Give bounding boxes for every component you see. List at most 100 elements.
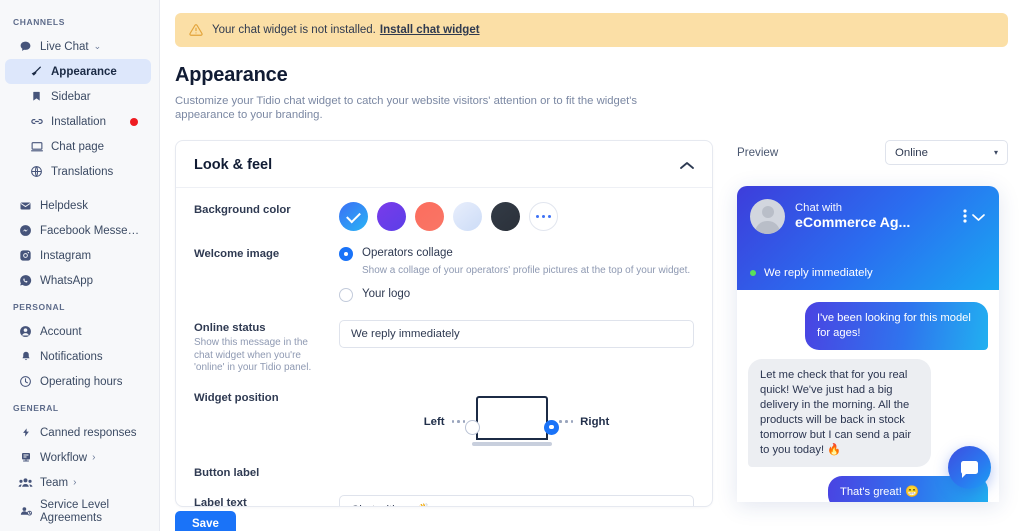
sidebar-item-sidebar[interactable]: Sidebar — [5, 84, 151, 109]
sidebar-item-label: Instagram — [40, 249, 92, 262]
chevron-right-icon[interactable]: › — [92, 452, 95, 463]
online-status-label: Online status — [194, 322, 266, 334]
chevron-right-icon[interactable]: › — [73, 477, 76, 488]
chat-bubble-icon — [18, 40, 33, 54]
status-dot-icon — [750, 270, 756, 276]
chat-fab-button[interactable] — [948, 446, 991, 489]
look-and-feel-card: Look & feel Background color Welcome ima… — [175, 140, 713, 507]
sidebar-item-account[interactable]: Account — [5, 319, 151, 344]
welcome-image-label: Welcome image — [194, 248, 280, 260]
field-control: We reply immediately — [339, 320, 694, 375]
card-header[interactable]: Look & feel — [176, 141, 712, 188]
field-button-label: Button label — [194, 465, 694, 480]
sidebar-item-label: Operating hours — [40, 375, 123, 388]
sidebar-item-label: Translations — [51, 165, 114, 178]
color-swatch-light-blue[interactable] — [453, 202, 482, 231]
sidebar-item-translations[interactable]: Translations — [5, 159, 151, 184]
sidebar-item-team[interactable]: Team › — [5, 470, 151, 495]
field-control — [339, 465, 694, 480]
dots-left-icon — [451, 420, 466, 423]
bookmark-icon — [29, 90, 44, 104]
page-title: Appearance — [175, 64, 288, 86]
color-swatch-list — [339, 202, 694, 231]
sidebar-item-label: Appearance — [51, 65, 117, 78]
sidebar-item-workflow[interactable]: Workflow › — [5, 445, 151, 470]
bell-icon — [18, 350, 33, 364]
link-icon — [29, 115, 44, 129]
install-chat-widget-link[interactable]: Install chat widget — [380, 24, 480, 36]
sidebar-item-instagram[interactable]: Instagram — [5, 243, 151, 268]
sidebar-item-installation[interactable]: Installation — [5, 109, 151, 134]
app-root: CHANNELS Live Chat ⌄ Appearance Sidebar Insta… — [0, 0, 1024, 531]
sidebar-item-label: Service Level Agreements — [40, 499, 110, 524]
messenger-icon — [18, 224, 33, 238]
laptop-screen — [476, 395, 549, 440]
radio-icon[interactable] — [339, 247, 353, 261]
field-control: Operators collage Show a collage of your… — [339, 246, 694, 305]
color-swatch-dark[interactable] — [491, 202, 520, 231]
page-subtitle: Customize your Tidio chat widget to catc… — [175, 95, 638, 121]
install-widget-banner: Your chat widget is not installed. Insta… — [175, 13, 1008, 47]
operators-collage-desc: Show a collage of your operators' profil… — [362, 265, 691, 276]
avatar — [750, 199, 785, 234]
sidebar-item-label: Team — [40, 476, 69, 489]
chevron-down-icon[interactable]: ⌄ — [94, 42, 102, 51]
save-button[interactable]: Save — [175, 511, 236, 531]
sidebar-divider — [0, 184, 159, 193]
sidebar-item-facebook-messenger[interactable]: Facebook Messenger — [5, 218, 151, 243]
field-label: Widget position — [194, 390, 339, 450]
widget-position-picker: Left Right — [339, 390, 694, 450]
radio-your-logo[interactable]: Your logo — [339, 287, 694, 302]
label-text-input[interactable]: Chat with us 👋 — [339, 494, 694, 506]
sidebar: CHANNELS Live Chat ⌄ Appearance Sidebar Insta… — [0, 0, 160, 531]
online-status-input[interactable]: We reply immediately — [339, 320, 694, 348]
chat-bubble-icon — [961, 461, 978, 478]
sidebar-item-label: Sidebar — [51, 90, 91, 103]
sidebar-section-general: GENERAL — [13, 403, 59, 413]
more-colors-button[interactable] — [529, 202, 558, 231]
chevron-down-icon: ▾ — [993, 148, 998, 157]
radio-icon[interactable] — [339, 288, 353, 302]
widget-title-line2: eCommerce Ag... — [795, 215, 911, 231]
color-swatch-blue[interactable] — [339, 202, 368, 231]
user-icon — [18, 325, 33, 339]
sidebar-item-service-level-agreements[interactable]: Service Level Agreements — [5, 495, 151, 527]
envelope-icon — [18, 199, 33, 213]
team-icon — [18, 476, 33, 490]
chevron-up-icon[interactable] — [680, 159, 694, 172]
warning-triangle-icon — [189, 23, 203, 37]
color-swatch-coral[interactable] — [415, 202, 444, 231]
globe-icon — [29, 165, 44, 179]
widget-position-left-radio[interactable] — [465, 419, 481, 435]
field-label: Online status Show this message in the c… — [194, 320, 339, 375]
sidebar-item-operating-hours[interactable]: Operating hours — [5, 369, 151, 394]
widget-position-right-radio[interactable] — [544, 419, 560, 435]
laptop-base — [472, 442, 553, 446]
color-swatch-purple[interactable] — [377, 202, 406, 231]
sidebar-item-live-chat[interactable]: Live Chat ⌄ — [5, 34, 151, 59]
sidebar-item-canned-responses[interactable]: Canned responses — [5, 420, 151, 445]
sidebar-item-label: Canned responses — [40, 426, 137, 439]
brush-icon — [29, 65, 44, 79]
more-options-icon[interactable] — [963, 208, 967, 226]
radio-label: Your logo — [362, 288, 411, 300]
sla-icon — [18, 504, 33, 518]
chevron-down-icon[interactable] — [971, 210, 986, 224]
field-label: Label text Include a short message next … — [194, 495, 339, 507]
sidebar-item-chat-page[interactable]: Chat page — [5, 134, 151, 159]
preview-title: Preview — [737, 146, 779, 159]
widget-header-row: Chat with eCommerce Ag... — [750, 199, 986, 234]
sidebar-item-notifications[interactable]: Notifications — [5, 344, 151, 369]
radio-operators-collage[interactable]: Operators collage — [339, 246, 694, 261]
card-body: Background color Welcome image Operators… — [176, 188, 712, 507]
preview-status-select[interactable]: Online ▾ — [885, 140, 1008, 165]
sidebar-item-whatsapp[interactable]: WhatsApp — [5, 268, 151, 293]
sidebar-item-helpdesk[interactable]: Helpdesk — [5, 193, 151, 218]
clock-icon — [18, 375, 33, 389]
field-label: Background color — [194, 202, 339, 231]
sidebar-item-label: Workflow — [40, 451, 88, 464]
bolt-icon — [18, 426, 33, 440]
sidebar-item-appearance[interactable]: Appearance — [5, 59, 151, 84]
field-label: Welcome image — [194, 246, 339, 305]
background-color-label: Background color — [194, 204, 291, 216]
